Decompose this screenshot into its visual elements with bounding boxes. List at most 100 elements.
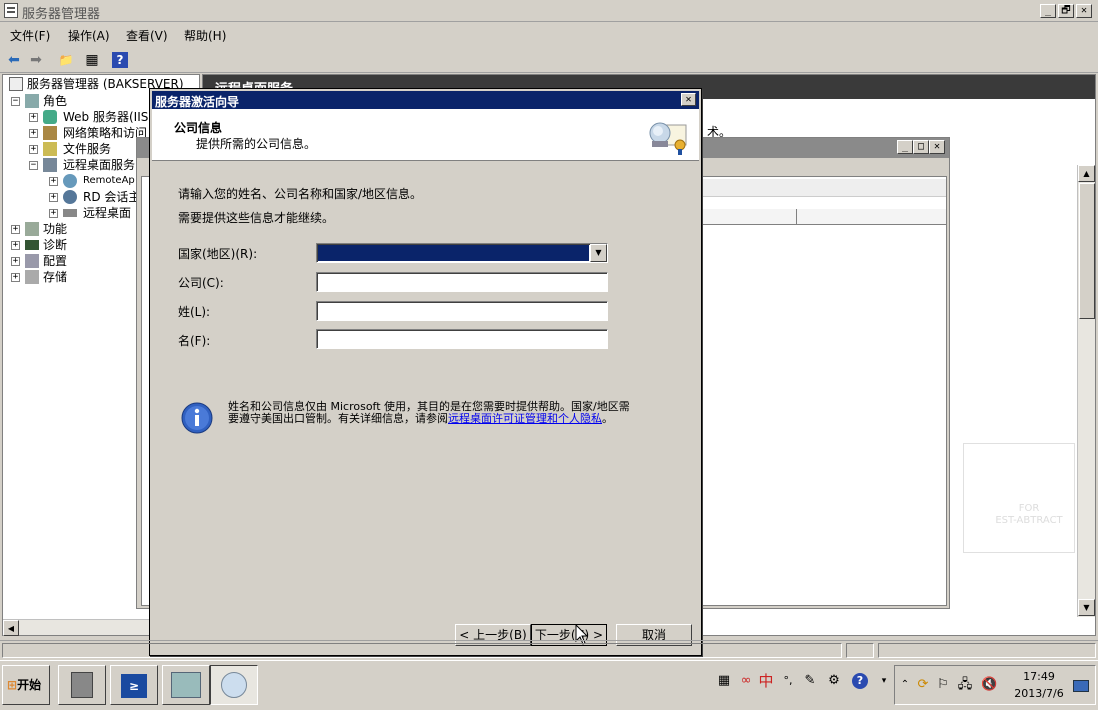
collapse-rds-icon[interactable]: −	[29, 161, 38, 170]
volume-muted-icon[interactable]: 🔇	[981, 677, 997, 693]
expand-config-icon[interactable]: +	[11, 257, 20, 266]
start-button[interactable]: ⊞开始	[2, 665, 50, 705]
back-arrow-icon[interactable]: ⬅	[4, 50, 24, 70]
scroll-thumb[interactable]	[1079, 183, 1095, 319]
child-strip	[702, 179, 946, 197]
expand-diag-icon[interactable]: +	[11, 241, 20, 250]
child-minimize-button[interactable]: _	[897, 140, 913, 154]
rdlic-icon	[63, 209, 77, 217]
chevron-down-icon[interactable]: ▼	[590, 244, 607, 262]
firstname-label: 名(F):	[178, 334, 211, 348]
nps-icon	[43, 126, 57, 140]
show-hide-tree-icon[interactable]: ▦	[82, 50, 102, 70]
scroll-up-arrow-icon[interactable]: ▲	[1078, 165, 1095, 182]
iis-icon	[43, 110, 57, 124]
action-center-flag-icon[interactable]: ⚐	[935, 677, 951, 693]
title-bar: 服务器管理器 _ 🗗 ✕	[0, 0, 1098, 22]
up-folder-icon[interactable]: 📁	[56, 50, 76, 70]
expand-rdhost-icon[interactable]: +	[49, 193, 58, 202]
child-close-button[interactable]: ✕	[929, 140, 945, 154]
expand-nps-icon[interactable]: +	[29, 129, 38, 138]
privacy-link[interactable]: 远程桌面许可证管理和个人隐私	[448, 412, 602, 425]
help-icon[interactable]: ?	[112, 52, 128, 68]
info-icon	[180, 401, 214, 435]
rds-icon	[43, 158, 57, 172]
dialog-title: 服务器激活向导	[155, 95, 240, 109]
expand-remoteapp-icon[interactable]: +	[49, 177, 58, 186]
country-selected-value	[318, 245, 589, 261]
taskbar-powershell[interactable]: ≥	[110, 665, 158, 705]
ime-punctuation[interactable]: °,	[780, 673, 796, 689]
taskbar-activation-wizard[interactable]	[210, 665, 258, 705]
status-bar	[0, 640, 1098, 658]
show-hidden-icons-icon[interactable]: ⌃	[897, 677, 913, 693]
taskbar: ⊞开始 ≥ ▦ ∞ 中 °, ✎ ⚙ ? ▾ ⌃ ⟳ ⚐ 🖧 🔇 17:49 2…	[0, 660, 1098, 710]
status-cell-1	[2, 643, 842, 658]
ime-mode-icon[interactable]: ∞	[738, 673, 754, 689]
child-column-header	[702, 209, 946, 225]
expand-features-icon[interactable]: +	[11, 225, 20, 234]
storage-icon	[25, 270, 39, 284]
company-input[interactable]	[317, 273, 607, 291]
ime-chinese-indicator[interactable]: 中	[758, 673, 774, 689]
menu-bar: 文件(F) 操作(A) 查看(V) 帮助(H)	[0, 24, 1098, 46]
file-services-icon	[43, 142, 57, 156]
wizard-task-icon	[221, 672, 247, 698]
taskbar-server-manager[interactable]	[58, 665, 106, 705]
dialog-title-bar: 服务器激活向导 ✕	[152, 91, 699, 109]
clock-time[interactable]: 17:49	[1009, 670, 1069, 683]
country-label: 国家(地区)(R):	[178, 247, 258, 261]
expand-rdlic-icon[interactable]: +	[49, 209, 58, 218]
configuration-icon	[25, 254, 39, 268]
scroll-left-arrow-icon[interactable]: ◀	[3, 620, 19, 636]
expand-file-icon[interactable]: +	[29, 145, 38, 154]
firstname-field[interactable]	[316, 329, 608, 349]
restore-button[interactable]: 🗗	[1058, 4, 1074, 18]
column-divider	[796, 209, 797, 224]
privacy-notice: 姓名和公司信息仅由 Microsoft 使用，其目的是在您需要时提供帮助。国家/…	[228, 400, 630, 425]
roles-icon	[25, 94, 39, 108]
menu-action[interactable]: 操作(A)	[68, 27, 110, 44]
notification-area: ⌃ ⟳ ⚐ 🖧 🔇 17:49 2013/7/6	[894, 665, 1096, 705]
taskbar-explorer[interactable]	[162, 665, 210, 705]
update-icon[interactable]: ⟳	[915, 677, 931, 693]
windows-logo-icon: ⊞	[7, 678, 18, 692]
lastname-input[interactable]	[317, 302, 607, 320]
ime-options-icon[interactable]: ▾	[876, 673, 892, 689]
child-maximize-button[interactable]: □	[913, 140, 929, 154]
ime-help-icon[interactable]: ?	[852, 673, 868, 689]
close-button[interactable]: ✕	[1076, 4, 1092, 18]
expand-web-icon[interactable]: +	[29, 113, 38, 122]
firstname-input[interactable]	[317, 330, 607, 348]
intro-line-1: 请输入您的姓名、公司名称和国家/地区信息。	[178, 187, 423, 201]
dialog-subheading: 提供所需的公司信息。	[196, 137, 317, 151]
rdhost-icon	[63, 190, 77, 204]
status-cell-3	[878, 643, 1096, 658]
ime-tool-icon[interactable]: ⚙	[826, 673, 842, 689]
ime-keyboard-icon[interactable]: ▦	[716, 673, 732, 689]
dialog-close-button[interactable]: ✕	[681, 93, 696, 106]
details-vscrollbar[interactable]: ▲ ▼	[1077, 165, 1095, 617]
scroll-down-arrow-icon[interactable]: ▼	[1078, 599, 1095, 616]
country-select[interactable]: ▼	[316, 243, 608, 263]
clock-date[interactable]: 2013/7/6	[1009, 687, 1069, 700]
dialog-header: 公司信息 提供所需的公司信息。	[152, 109, 699, 161]
toolbar: ⬅ ➡ 📁 ▦ ?	[0, 47, 1098, 73]
lastname-field[interactable]	[316, 301, 608, 321]
diagnostics-icon	[25, 240, 39, 250]
window-title: 服务器管理器	[22, 7, 101, 22]
menu-file[interactable]: 文件(F)	[10, 27, 50, 44]
menu-help[interactable]: 帮助(H)	[184, 27, 226, 44]
powershell-icon: ≥	[121, 674, 147, 698]
forward-arrow-icon[interactable]: ➡	[26, 50, 46, 70]
show-desktop-icon[interactable]	[1073, 680, 1089, 692]
intro-line-2: 需要提供这些信息才能继续。	[178, 211, 335, 225]
menu-view[interactable]: 查看(V)	[126, 27, 168, 44]
ime-softkeyboard-icon[interactable]: ✎	[802, 673, 818, 689]
company-field[interactable]	[316, 272, 608, 292]
details-panel-box	[963, 443, 1075, 553]
collapse-roles-icon[interactable]: −	[11, 97, 20, 106]
minimize-button[interactable]: _	[1040, 4, 1056, 18]
network-icon[interactable]: 🖧	[957, 677, 973, 693]
expand-storage-icon[interactable]: +	[11, 273, 20, 282]
